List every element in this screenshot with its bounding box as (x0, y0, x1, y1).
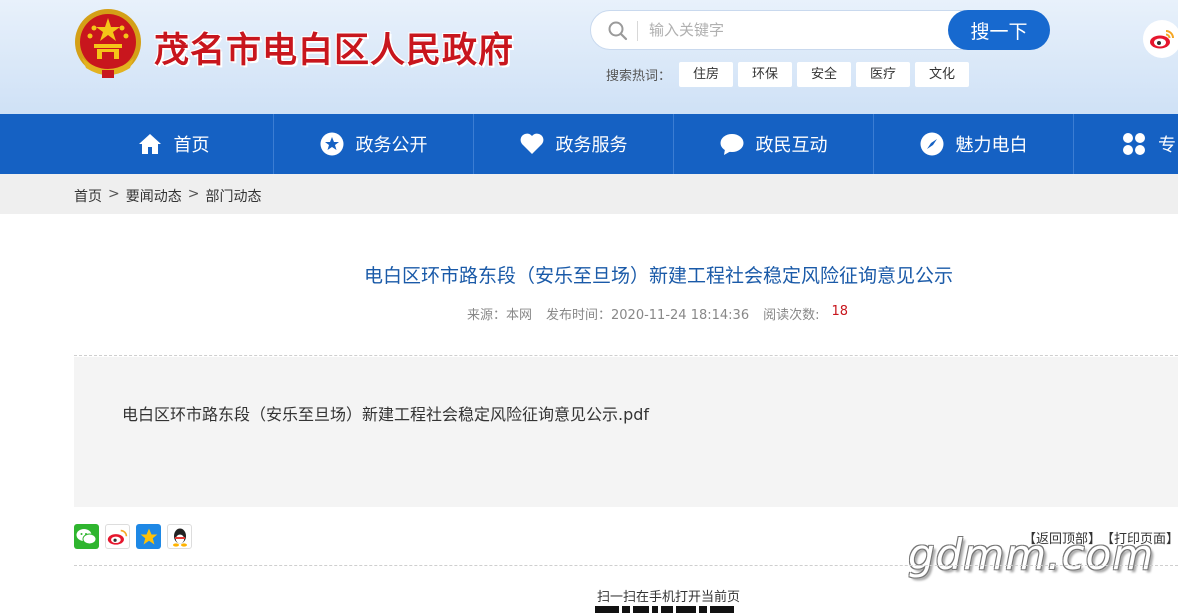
hotword-tag[interactable]: 环保 (738, 62, 793, 87)
article-publish-time: 发布时间：2020-11-24 18:14:36 (546, 308, 750, 323)
qq-share-button[interactable] (167, 524, 192, 549)
nav-item-special[interactable]: 专 (1074, 114, 1178, 174)
search-divider (637, 21, 638, 41)
article-views-count: 18 (831, 304, 849, 319)
hotword-tag[interactable]: 安全 (797, 62, 852, 87)
divider (74, 565, 1178, 566)
heart-icon (520, 133, 543, 154)
breadcrumb-bar: 首页 > 要闻动态 > 部门动态 (0, 174, 1178, 214)
home-icon (138, 134, 161, 154)
breadcrumb-item-news[interactable]: 要闻动态 (126, 186, 182, 206)
nav-item-interaction[interactable]: 政民互动 (674, 114, 874, 174)
qzone-share-button[interactable] (136, 524, 161, 549)
nav-item-gov-service[interactable]: 政务服务 (474, 114, 674, 174)
share-bar (74, 524, 198, 549)
hotwords-bar: 搜索热词： 住房 环保 安全 医疗 文化 (606, 62, 974, 87)
compass-icon (920, 132, 943, 156)
article-body: 电白区环市路东段（安乐至旦场）新建工程社会稳定风险征询意见公示.pdf (74, 357, 1178, 507)
nav-item-home[interactable]: 首页 (74, 114, 274, 174)
weibo-share-button[interactable] (105, 524, 130, 549)
hotwords-label: 搜索热词： (606, 69, 672, 84)
search-input[interactable] (649, 17, 939, 43)
breadcrumb-item-dept[interactable]: 部门动态 (205, 186, 261, 206)
nav-item-label: 政务服务 (555, 135, 628, 156)
breadcrumb-separator: > (187, 186, 200, 202)
nav-item-label: 政务公开 (355, 135, 428, 156)
breadcrumb-item-home[interactable]: 首页 (74, 186, 102, 206)
nav-item-label: 首页 (173, 135, 210, 156)
wechat-share-button[interactable] (74, 524, 99, 549)
main-nav: 首页 政务公开 政务服务 政民互动 魅力电白 专 (0, 114, 1178, 174)
nav-item-label: 专 (1158, 135, 1176, 156)
qr-code (595, 606, 755, 613)
star-icon (320, 132, 343, 156)
qr-caption: 扫一扫在手机打开当前页 (597, 590, 741, 605)
nav-item-gov-info[interactable]: 政务公开 (274, 114, 474, 174)
article-meta: 来源：本网 发布时间：2020-11-24 18:14:36 阅读次数: 18 (467, 304, 848, 323)
search-button[interactable]: 搜一下 (948, 10, 1050, 50)
national-emblem-logo[interactable] (72, 6, 144, 80)
article-title: 电白区环市路东段（安乐至旦场）新建工程社会稳定风险征询意见公示 (364, 265, 954, 287)
wechat-icon (76, 528, 97, 544)
qzone-icon (140, 528, 157, 544)
weibo-link[interactable] (1143, 20, 1178, 58)
hotword-tag[interactable]: 医疗 (856, 62, 911, 87)
chat-icon (720, 134, 743, 155)
breadcrumb-separator: > (108, 186, 120, 202)
search-box: 搜一下 (590, 10, 1050, 50)
hotword-tag[interactable]: 住房 (679, 62, 734, 87)
watermark: gdmm.com (908, 530, 1155, 579)
nav-item-label: 魅力电白 (955, 135, 1028, 156)
breadcrumb: 首页 > 要闻动态 > 部门动态 (74, 186, 261, 206)
site-title[interactable]: 茂名市电白区人民政府 (154, 22, 514, 73)
attachment-link[interactable]: 电白区环市路东段（安乐至旦场）新建工程社会稳定风险征询意见公示.pdf (122, 401, 649, 425)
qq-icon (172, 528, 187, 547)
site-header: 茂名市电白区人民政府 搜一下 搜索热词： 住房 环保 安全 医疗 文化 (0, 0, 1178, 114)
hotword-tag[interactable]: 文化 (915, 62, 970, 87)
nav-item-label: 政民互动 (755, 135, 828, 156)
divider (74, 355, 1178, 356)
search-icon (608, 21, 628, 41)
weibo-icon (1150, 30, 1174, 49)
weibo-icon (107, 529, 128, 545)
nav-item-charm-dianbai[interactable]: 魅力电白 (874, 114, 1074, 174)
grid-icon (1123, 133, 1145, 155)
article-source: 来源：本网 (467, 308, 533, 323)
article-views-label: 阅读次数: (763, 308, 820, 323)
